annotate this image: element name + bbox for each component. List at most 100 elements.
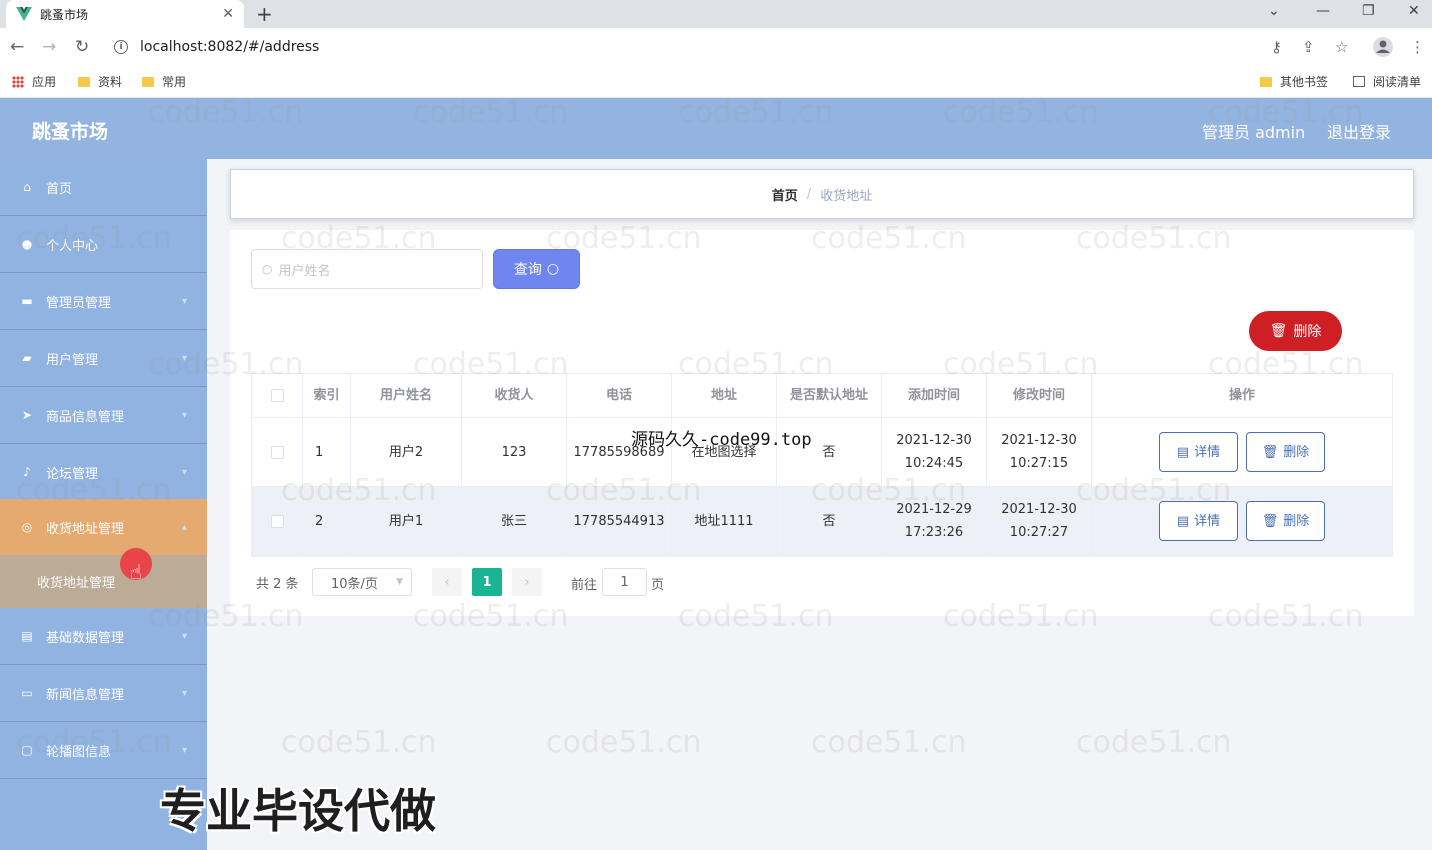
banner-overlay-text: 专业毕设代做: [160, 784, 436, 838]
delete-button[interactable]: 🗑 删除: [1246, 501, 1325, 541]
browser-tab[interactable]: 跳蚤市场 ✕: [6, 0, 244, 28]
watermark: code51.cn: [413, 347, 569, 382]
sidebar-item-label: 管理员管理: [46, 295, 112, 311]
hand-cursor-icon: ☝: [130, 560, 143, 584]
bookmark-other[interactable]: 其他书签: [1260, 73, 1328, 90]
watermark: code51.cn: [1076, 221, 1232, 256]
chevron-down-icon: ▾: [181, 295, 187, 307]
column-header: 索引: [303, 374, 351, 417]
back-icon[interactable]: ←: [10, 37, 24, 57]
watermark: code51.cn: [678, 599, 834, 634]
page-size-select[interactable]: 10条/页 ▼: [312, 568, 412, 596]
watermark: code51.cn: [1208, 95, 1364, 130]
admin-icon: ▬: [21, 294, 33, 308]
watermark: code51.cn: [811, 725, 967, 760]
vue-logo-icon: [16, 7, 32, 21]
row-checkbox[interactable]: [270, 514, 284, 528]
delete-label: 删除: [1283, 513, 1310, 529]
watermark: code51.cn: [148, 347, 304, 382]
detail-label: 详情: [1194, 513, 1221, 529]
sidebar-item-label: 收货地址管理: [46, 521, 125, 537]
tab-title: 跳蚤市场: [40, 7, 89, 22]
breadcrumb-home[interactable]: 首页: [772, 185, 798, 204]
sidebar-item-label: 首页: [46, 181, 73, 197]
chevron-down-icon: ▾: [181, 409, 187, 421]
page-size-value: 10条/页: [331, 576, 378, 592]
site-overlay-text: 源码久久-code99.top: [631, 430, 812, 450]
tab-search-icon[interactable]: ⌄: [1268, 3, 1280, 19]
goto-page-input[interactable]: 1: [602, 568, 647, 596]
site-info-icon[interactable]: i: [114, 40, 128, 54]
restore-icon[interactable]: ❐: [1362, 3, 1375, 19]
sidebar-item-goods[interactable]: ➤ 商品信息管理 ▾: [0, 387, 207, 444]
goto-prefix: 前往: [571, 578, 598, 593]
sidebar-item-admin[interactable]: ▬ 管理员管理 ▾: [0, 273, 207, 330]
search-icon: ○: [546, 261, 560, 277]
profile-avatar-icon[interactable]: [1372, 36, 1394, 62]
home-icon: ⌂: [23, 180, 31, 194]
document-icon: ▤: [21, 629, 33, 643]
key-icon[interactable]: ⚷: [1271, 38, 1282, 56]
apps-grid-icon: [12, 75, 24, 88]
watermark: code51.cn: [811, 221, 967, 256]
query-button-label: 查询: [513, 262, 542, 278]
goto-suffix: 页: [651, 578, 665, 593]
send-icon: ➤: [21, 408, 33, 422]
watermark: code51.cn: [1208, 599, 1364, 634]
detail-button[interactable]: ▤ 详情: [1159, 432, 1238, 472]
bookmark-folder-2[interactable]: 常用: [142, 73, 186, 90]
bookmarks-bar: 应用 资料 常用 其他书签 阅读清单: [0, 66, 1432, 98]
detail-label: 详情: [1194, 444, 1221, 460]
reload-icon[interactable]: ↻: [75, 37, 89, 57]
star-icon[interactable]: ☆: [1335, 38, 1348, 56]
breadcrumb: 首页 / 收货地址: [230, 169, 1414, 219]
watermark: code51.cn: [16, 725, 172, 760]
bookmark-label: 其他书签: [1280, 75, 1329, 89]
chevron-right-icon: ›: [524, 574, 530, 590]
watermark: code51.cn: [413, 95, 569, 130]
bookmark-apps[interactable]: 应用: [12, 73, 56, 90]
sidebar-item-label: 新闻信息管理: [46, 687, 125, 703]
breadcrumb-separator: /: [806, 186, 812, 202]
url-text: localhost:8082/#/address: [140, 39, 320, 55]
watermark: code51.cn: [678, 95, 834, 130]
batch-delete-button[interactable]: 🗑 删除: [1249, 311, 1342, 351]
pagination-total: 共 2 条: [256, 576, 299, 592]
reading-list[interactable]: 阅读清单: [1353, 73, 1421, 90]
new-tab-icon[interactable]: +: [256, 2, 273, 26]
tab-close-icon[interactable]: ✕: [222, 6, 234, 22]
delete-button[interactable]: 🗑 删除: [1246, 432, 1325, 472]
address-bar: ← → ↻ i localhost:8082/#/address ⚷ ⇪ ☆ ⋮: [0, 28, 1432, 66]
select-all-checkbox[interactable]: [270, 389, 284, 402]
share-icon[interactable]: ⇪: [1302, 38, 1315, 56]
column-header: 电话: [567, 374, 672, 417]
next-page-button[interactable]: ›: [512, 568, 542, 596]
sidebar-item-news[interactable]: ▭ 新闻信息管理 ▾: [0, 665, 207, 722]
folder-icon: [142, 76, 154, 87]
bookmark-label: 常用: [162, 75, 187, 89]
bookmark-folder-1[interactable]: 资料: [78, 73, 122, 90]
sidebar-item-home[interactable]: ⌂ 首页: [0, 159, 207, 216]
check-circle-icon: ◎: [21, 520, 33, 534]
batch-delete-label: 删除: [1293, 324, 1322, 340]
minimize-icon[interactable]: —: [1316, 3, 1330, 19]
row-checkbox[interactable]: [270, 445, 284, 459]
menu-dots-icon[interactable]: ⋮: [1410, 38, 1425, 56]
search-placeholder: 用户姓名: [278, 263, 331, 279]
watermark: code51.cn: [678, 347, 834, 382]
close-window-icon[interactable]: ✕: [1408, 3, 1420, 19]
watermark: code51.cn: [943, 347, 1099, 382]
users-icon: ▰: [22, 351, 32, 365]
watermark: code51.cn: [1076, 725, 1232, 760]
url-field[interactable]: i localhost:8082/#/address: [104, 33, 1254, 61]
prev-page-button[interactable]: ‹: [432, 568, 462, 596]
document-icon: ▤: [1176, 444, 1190, 460]
sidebar-subitem-label: 收货地址管理: [37, 576, 116, 591]
chevron-down-icon: ▼: [396, 577, 403, 587]
watermark: code51.cn: [1076, 473, 1232, 508]
page-number-current[interactable]: 1: [472, 568, 502, 596]
watermark: code51.cn: [281, 221, 437, 256]
forward-icon[interactable]: →: [42, 37, 56, 57]
sidebar-item-label: 基础数据管理: [46, 630, 125, 646]
document-icon: ▤: [1176, 513, 1190, 529]
